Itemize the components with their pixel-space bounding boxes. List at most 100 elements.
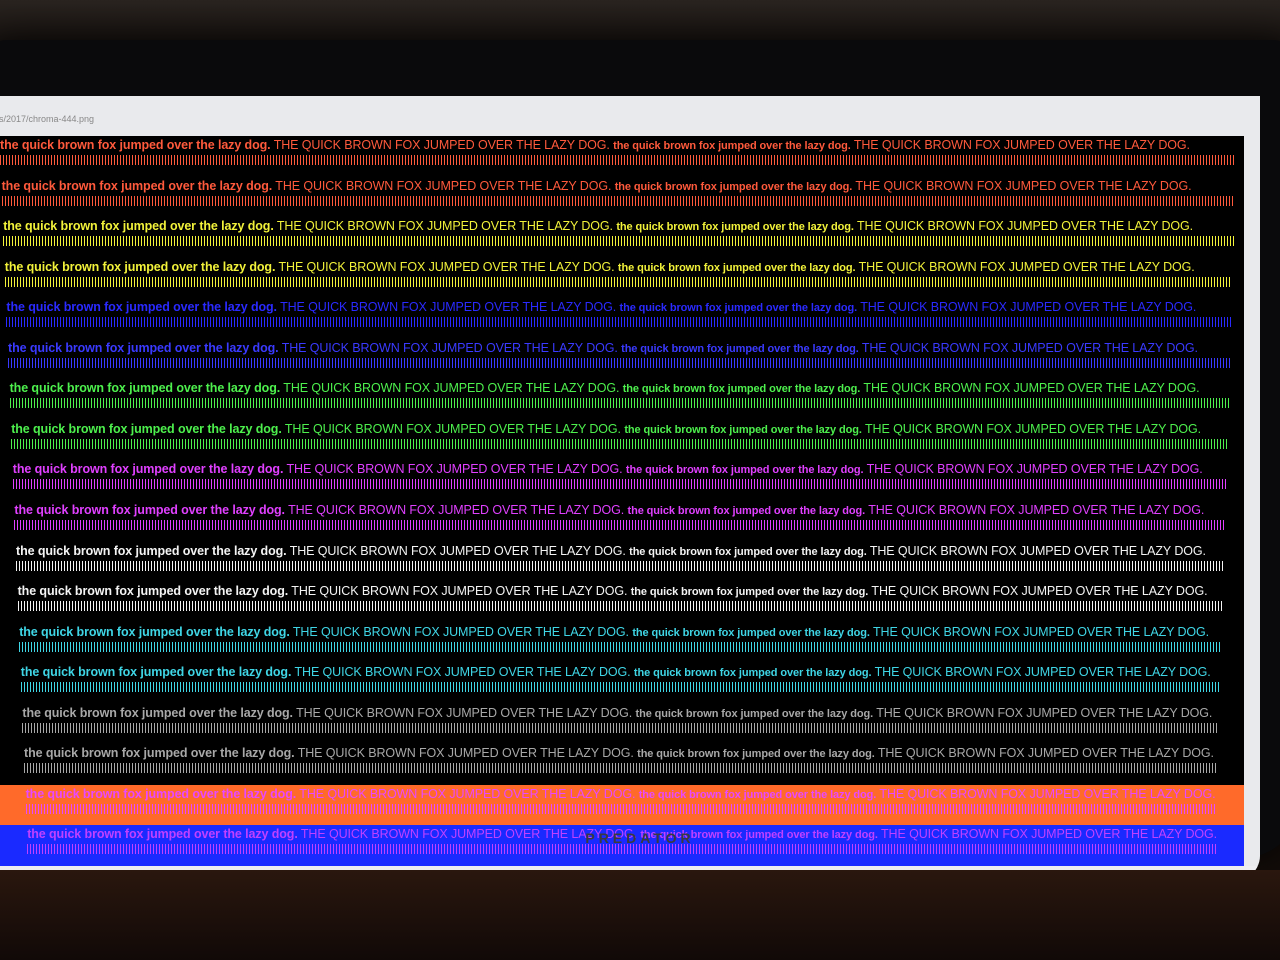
- sample-text-segment: THE QUICK BROWN FOX JUMPED OVER THE LAZY…: [874, 665, 1211, 680]
- sample-text-segment: THE QUICK BROWN FOX JUMPED OVER THE LAZY…: [281, 340, 618, 355]
- sample-text-segment: the quick brown fox jumped over the lazy…: [0, 138, 271, 152]
- sample-text-segment: THE QUICK BROWN FOX JUMPED OVER THE LAZY…: [289, 543, 626, 558]
- text-band: the quick brown fox jumped over the lazy…: [0, 379, 1244, 420]
- stripe-pattern: [12, 479, 1227, 490]
- sample-text-line: the quick brown fox jumped over the lazy…: [22, 706, 1212, 720]
- sample-text-segment: the quick brown fox jumped over the lazy…: [617, 261, 856, 274]
- sample-text-segment: THE QUICK BROWN FOX JUMPED OVER THE LAZY…: [283, 381, 620, 396]
- sample-text-line: the quick brown fox jumped over the lazy…: [6, 300, 1196, 314]
- sample-text-segment: the quick brown fox jumped over the lazy…: [637, 748, 875, 761]
- sample-text-segment: the quick brown fox jumped over the lazy…: [20, 665, 292, 680]
- sample-text-segment: THE QUICK BROWN FOX JUMPED OVER THE LAZY…: [288, 503, 625, 517]
- sample-text-segment: the quick brown fox jumped over the lazy…: [17, 584, 289, 599]
- sample-text-segment: the quick brown fox jumped over the lazy…: [14, 503, 285, 517]
- sample-text-segment: THE QUICK BROWN FOX JUMPED OVER THE LAZY…: [273, 138, 610, 152]
- sample-text-segment: THE QUICK BROWN FOX JUMPED OVER THE LAZY…: [865, 421, 1202, 436]
- sample-text-segment: the quick brown fox jumped over the lazy…: [619, 302, 858, 315]
- sample-text-segment: THE QUICK BROWN FOX JUMPED OVER THE LAZY…: [286, 462, 623, 477]
- sample-text-segment: the quick brown fox jumped over the lazy…: [3, 219, 274, 234]
- stripe-pattern: [1, 195, 1235, 206]
- sample-text-line: the quick brown fox jumped over the lazy…: [16, 544, 1206, 558]
- sample-text-segment: the quick brown fox jumped over the lazy…: [16, 543, 287, 558]
- sample-text-segment: THE QUICK BROWN FOX JUMPED OVER THE LAZY…: [876, 705, 1213, 720]
- stripe-pattern: [20, 682, 1221, 693]
- sample-text-segment: THE QUICK BROWN FOX JUMPED OVER THE LAZY…: [853, 138, 1190, 152]
- text-band: the quick brown fox jumped over the lazy…: [0, 338, 1244, 380]
- sample-text-segment: THE QUICK BROWN FOX JUMPED OVER THE LAZY…: [292, 624, 629, 639]
- sample-text-line: the quick brown fox jumped over the lazy…: [13, 462, 1203, 476]
- sample-text-line: the quick brown fox jumped over the lazy…: [0, 138, 1190, 152]
- text-band: the quick brown fox jumped over the lazy…: [0, 176, 1244, 218]
- text-band: the quick brown fox jumped over the lazy…: [0, 460, 1244, 501]
- text-band: the quick brown fox jumped over the lazy…: [0, 784, 1244, 826]
- sample-text-segment: the quick brown fox jumped over the lazy…: [19, 624, 290, 639]
- sample-text-line: the quick brown fox jumped over the lazy…: [14, 503, 1204, 517]
- sample-text-segment: THE QUICK BROWN FOX JUMPED OVER THE LAZY…: [299, 786, 636, 801]
- text-band: the quick brown fox jumped over the lazy…: [0, 663, 1244, 704]
- text-band: the quick brown fox jumped over the lazy…: [0, 744, 1244, 785]
- sample-text-segment: the quick brown fox jumped over the lazy…: [8, 340, 279, 355]
- stripe-pattern: [19, 641, 1222, 652]
- sample-text-segment: THE QUICK BROWN FOX JUMPED OVER THE LAZY…: [866, 462, 1203, 477]
- sample-text-line: the quick brown fox jumped over the lazy…: [2, 179, 1192, 193]
- stripe-pattern: [11, 438, 1228, 449]
- sample-text-segment: THE QUICK BROWN FOX JUMPED OVER THE LAZY…: [871, 584, 1208, 599]
- sample-text-segment: the quick brown fox jumped over the lazy…: [12, 462, 284, 477]
- text-band: the quick brown fox jumped over the lazy…: [0, 622, 1244, 664]
- text-band: the quick brown fox jumped over the lazy…: [0, 257, 1244, 299]
- stripe-pattern: [6, 317, 1232, 328]
- text-band: the quick brown fox jumped over the lazy…: [0, 501, 1244, 542]
- sample-text-segment: THE QUICK BROWN FOX JUMPED OVER THE LAZY…: [294, 665, 631, 680]
- sample-text-line: the quick brown fox jumped over the lazy…: [11, 422, 1201, 436]
- sample-text-segment: THE QUICK BROWN FOX JUMPED OVER THE LAZY…: [291, 584, 628, 599]
- sample-text-line: the quick brown fox jumped over the lazy…: [21, 665, 1211, 679]
- sample-text-segment: THE QUICK BROWN FOX JUMPED OVER THE LAZY…: [275, 178, 612, 193]
- sample-text-segment: THE QUICK BROWN FOX JUMPED OVER THE LAZY…: [858, 259, 1195, 274]
- text-band: the quick brown fox jumped over the lazy…: [0, 541, 1244, 583]
- sample-text-segment: the quick brown fox jumped over the lazy…: [1, 178, 273, 193]
- sample-text-line: the quick brown fox jumped over the lazy…: [5, 260, 1195, 274]
- sample-text-segment: THE QUICK BROWN FOX JUMPED OVER THE LAZY…: [879, 786, 1216, 801]
- sample-text-segment: THE QUICK BROWN FOX JUMPED OVER THE LAZY…: [855, 178, 1192, 193]
- sample-text-segment: the quick brown fox jumped over the lazy…: [6, 300, 277, 315]
- sample-text-segment: THE QUICK BROWN FOX JUMPED OVER THE LAZY…: [280, 300, 617, 315]
- sample-text-segment: the quick brown fox jumped over the lazy…: [632, 626, 870, 639]
- sample-text-segment: the quick brown fox jumped over the lazy…: [614, 180, 853, 193]
- stripe-pattern: [8, 357, 1230, 368]
- sample-text-segment: the quick brown fox jumped over the lazy…: [627, 505, 866, 517]
- sample-text-segment: THE QUICK BROWN FOX JUMPED OVER THE LAZY…: [276, 219, 613, 234]
- sample-text-segment: the quick brown fox jumped over the lazy…: [630, 586, 869, 599]
- sample-text-line: the quick brown fox jumped over the lazy…: [18, 584, 1208, 598]
- sample-text-segment: the quick brown fox jumped over the lazy…: [613, 140, 851, 152]
- sample-text-segment: the quick brown fox jumped over the lazy…: [616, 221, 854, 234]
- sample-text-line: the quick brown fox jumped over the lazy…: [19, 625, 1209, 639]
- sample-text-segment: the quick brown fox jumped over the lazy…: [629, 545, 867, 558]
- text-band: the quick brown fox jumped over the lazy…: [0, 582, 1244, 623]
- stripe-pattern: [22, 722, 1220, 733]
- monitor: ials/2017/chroma-444.png the quick brown…: [0, 40, 1280, 886]
- sample-text-line: the quick brown fox jumped over the lazy…: [8, 341, 1198, 355]
- text-band: the quick brown fox jumped over the lazy…: [0, 217, 1244, 258]
- stripe-pattern: [14, 520, 1226, 530]
- sample-text-segment: THE QUICK BROWN FOX JUMPED OVER THE LAZY…: [861, 340, 1198, 355]
- sample-text-segment: THE QUICK BROWN FOX JUMPED OVER THE LAZY…: [297, 746, 634, 761]
- desk: [0, 870, 1280, 960]
- stripe-pattern: [24, 763, 1218, 774]
- sample-text-segment: the quick brown fox jumped over the lazy…: [624, 423, 862, 436]
- sample-text-segment: the quick brown fox jumped over the lazy…: [9, 381, 281, 396]
- sample-text-segment: the quick brown fox jumped over the lazy…: [11, 421, 282, 436]
- stripe-pattern: [25, 803, 1217, 814]
- sample-text-segment: THE QUICK BROWN FOX JUMPED OVER THE LAZY…: [278, 259, 615, 274]
- sample-text-line: the quick brown fox jumped over the lazy…: [10, 381, 1200, 395]
- sample-text-segment: THE QUICK BROWN FOX JUMPED OVER THE LAZY…: [860, 300, 1197, 315]
- stripe-pattern: [9, 398, 1229, 409]
- sample-text-line: the quick brown fox jumped over the lazy…: [24, 746, 1214, 760]
- sample-text-segment: the quick brown fox jumped over the lazy…: [4, 259, 276, 274]
- stripe-pattern: [0, 155, 1236, 165]
- url-text: ials/2017/chroma-444.png: [0, 114, 95, 124]
- sample-text-segment: the quick brown fox jumped over the lazy…: [24, 746, 295, 761]
- sample-text-segment: THE QUICK BROWN FOX JUMPED OVER THE LAZY…: [863, 381, 1200, 396]
- sample-text-segment: THE QUICK BROWN FOX JUMPED OVER THE LAZY…: [296, 705, 633, 720]
- sample-text-segment: THE QUICK BROWN FOX JUMPED OVER THE LAZY…: [869, 543, 1206, 558]
- chroma-test-image: the quick brown fox jumped over the lazy…: [0, 136, 1244, 866]
